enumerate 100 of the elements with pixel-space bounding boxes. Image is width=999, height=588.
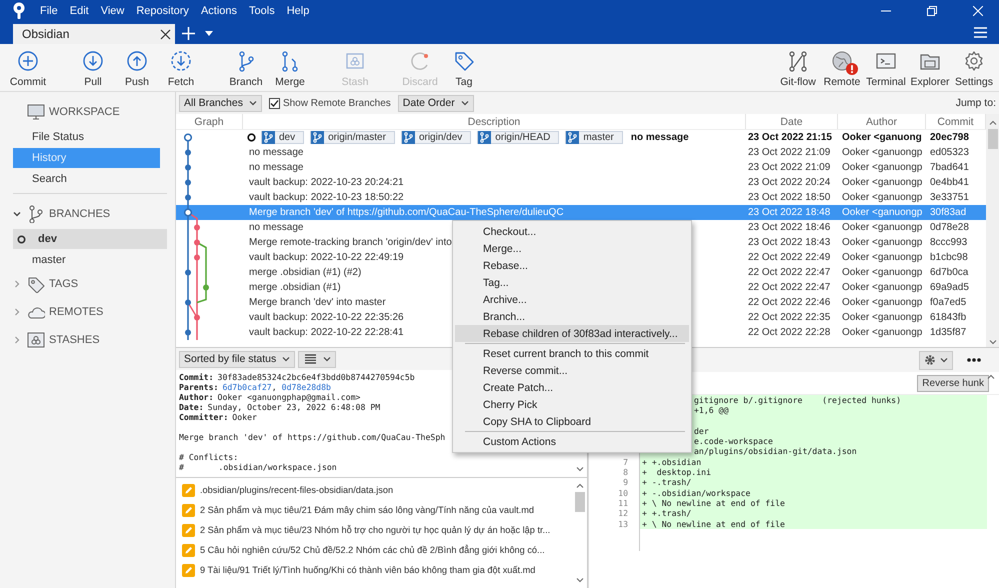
sort-dropdown[interactable]: Sorted by file status	[179, 350, 296, 368]
menu-item[interactable]: Create Patch...	[455, 379, 689, 396]
sidebar-item[interactable]: File Status	[13, 127, 167, 147]
remote-button[interactable]: Remote	[820, 44, 864, 91]
detail-value: Sunday, October 23, 2022 6:48:08 PM	[208, 402, 380, 412]
column-header[interactable]: Description	[243, 114, 746, 129]
parent-commit-link[interactable]: 0d78e28d8b	[282, 382, 331, 392]
column-header[interactable]: Date	[746, 114, 838, 129]
tag-icon	[27, 275, 45, 293]
scroll-up-icon[interactable]	[988, 120, 996, 125]
sidebar-section-header[interactable]: BRANCHES	[13, 200, 167, 228]
commit-date: 23 Oct 2022 21:09	[747, 161, 832, 175]
menu-item[interactable]: Rebase children of 30f83ad interactively...	[455, 325, 689, 342]
explorer-button[interactable]: Explorer	[908, 44, 952, 91]
tag-button[interactable]: Tag	[442, 44, 486, 91]
pull-button[interactable]: Pull	[71, 44, 115, 91]
menu-item[interactable]: Tag...	[455, 274, 689, 291]
menu-item[interactable]: View	[100, 4, 124, 16]
more-icon[interactable]	[967, 358, 981, 362]
branch-button[interactable]: Branch	[224, 44, 268, 91]
menu-item[interactable]: Reset current branch to this commit	[455, 345, 689, 362]
commit-hash: 7bad641	[929, 161, 970, 175]
pencil-icon	[182, 524, 195, 536]
discard-arc-icon	[409, 50, 431, 72]
menu-item[interactable]: File	[40, 4, 58, 16]
commit-message: no message	[249, 147, 304, 158]
commit-date: 22 Oct 2022 22:28	[747, 326, 832, 340]
scrollbar-thumb[interactable]	[575, 492, 585, 512]
push-button[interactable]: Push	[115, 44, 159, 91]
menu-item[interactable]: Repository	[136, 4, 189, 16]
commit-author: Ooker <ganuongp	[841, 266, 924, 280]
settings-button[interactable]: Settings	[952, 44, 996, 91]
show-remote-checkbox[interactable]: Show Remote Branches	[268, 98, 391, 108]
menu-item[interactable]: Tools	[249, 4, 275, 16]
detail-label: Parents:	[179, 382, 218, 392]
commit-date: 23 Oct 2022 21:15	[747, 131, 833, 145]
chevron-right-icon	[13, 280, 21, 288]
scroll-up-icon[interactable]	[987, 374, 995, 379]
scroll-up-icon[interactable]	[576, 483, 584, 488]
file-row[interactable]: .obsidian/plugins/recent-files-obsidian/data.json	[178, 480, 571, 500]
file-row[interactable]: 9 Tài liệu/91 Triết lý/Tình huống/Khi có thành viên báo không tham gia đột xuất.md	[178, 560, 571, 580]
sidebar-section-header[interactable]: REMOTES	[13, 298, 167, 326]
scroll-down-icon[interactable]	[576, 578, 584, 583]
down-arrow-circle-icon	[82, 50, 104, 72]
scrollbar-thumb[interactable]	[988, 129, 998, 149]
sidebar-item[interactable]: dev	[13, 229, 167, 249]
sidebar-item[interactable]: Search	[13, 169, 167, 189]
branch-icon	[311, 131, 324, 144]
commit-button[interactable]: Commit	[6, 44, 50, 91]
chevron-right-icon	[13, 308, 21, 316]
branches-dropdown[interactable]: All Branches	[179, 94, 262, 112]
view-mode-dropdown[interactable]	[298, 350, 336, 368]
menu-item[interactable]: Checkout...	[455, 223, 689, 240]
git-flow-button[interactable]: Git-flow	[776, 44, 820, 91]
file-row[interactable]: 2 Sản phẩm và mục tiêu/21 Đám mây chim sáo lông vàng/Tính năng của vault.md	[178, 500, 571, 520]
reverse-hunk-button[interactable]: Reverse hunk	[917, 374, 989, 392]
commit-hash: 30f83ad	[929, 206, 968, 220]
file-row[interactable]: 2 Sản phẩm và mục tiêu/23 Nhóm hỗ trợ cho người tự học quản lý dự án hoặc lập tr...	[178, 520, 571, 540]
column-header[interactable]: Graph	[176, 114, 243, 129]
scroll-down-icon[interactable]	[988, 340, 996, 345]
commit-message: merge .obsidian (#1)	[249, 282, 341, 293]
dropdown-caret-icon[interactable]	[205, 31, 213, 36]
commit-author: Ooker <ganuongp	[841, 326, 924, 340]
restore-icon[interactable]	[927, 6, 937, 16]
checkmark-icon	[270, 98, 279, 108]
fetch-button[interactable]: Fetch	[159, 44, 203, 91]
sidebar-section-header[interactable]: WORKSPACE	[13, 98, 167, 126]
column-header[interactable]: Author	[838, 114, 926, 129]
commit-hash: ed05323	[929, 146, 970, 160]
menu-item[interactable]: Merge...	[455, 240, 689, 257]
parent-commit-link[interactable]: 6d7b0caf27	[222, 382, 272, 392]
sidebar-item[interactable]: master	[13, 250, 167, 270]
menu-item[interactable]: Reverse commit...	[455, 362, 689, 379]
close-icon[interactable]	[160, 28, 171, 40]
sidebar-section-header[interactable]: STASHES	[13, 326, 167, 354]
order-dropdown[interactable]: Date Order	[398, 94, 474, 112]
commit-hash: b1cbc98	[929, 251, 969, 265]
repo-tab[interactable]: Obsidian	[13, 24, 175, 44]
menu-item[interactable]: Archive...	[455, 291, 689, 308]
commit-date: 23 Oct 2022 21:09	[747, 146, 832, 160]
file-row[interactable]: 5 Câu hỏi nghiên cứu/52 Chủ đề/52.2 Nhóm các chủ đề 2/Bình đẳng giới không có...	[178, 540, 571, 560]
scroll-down-icon[interactable]	[576, 467, 584, 472]
sidebar-section-header[interactable]: TAGS	[13, 270, 167, 298]
menu-item[interactable]: Actions	[200, 4, 238, 16]
plus-icon[interactable]	[182, 27, 195, 40]
merge-button[interactable]: Merge	[268, 44, 312, 91]
caret-icon	[460, 100, 469, 106]
pencil-icon	[182, 484, 195, 496]
commit-date: 23 Oct 2022 18:46	[747, 221, 832, 235]
menu-item[interactable]: Branch...	[455, 308, 689, 325]
menu-item[interactable]: Help	[286, 4, 310, 16]
menu-item[interactable]: Edit	[70, 4, 89, 16]
menu-icon[interactable]	[974, 27, 987, 38]
message-line: # Conflicts:	[179, 452, 238, 462]
caret-icon	[940, 357, 948, 363]
menu-item[interactable]: Rebase...	[455, 257, 689, 274]
diff-options-button[interactable]	[919, 350, 953, 370]
commit-hash: 0d78e28	[929, 221, 970, 235]
terminal-button[interactable]: Terminal	[864, 44, 908, 91]
gear-icon	[924, 354, 936, 366]
